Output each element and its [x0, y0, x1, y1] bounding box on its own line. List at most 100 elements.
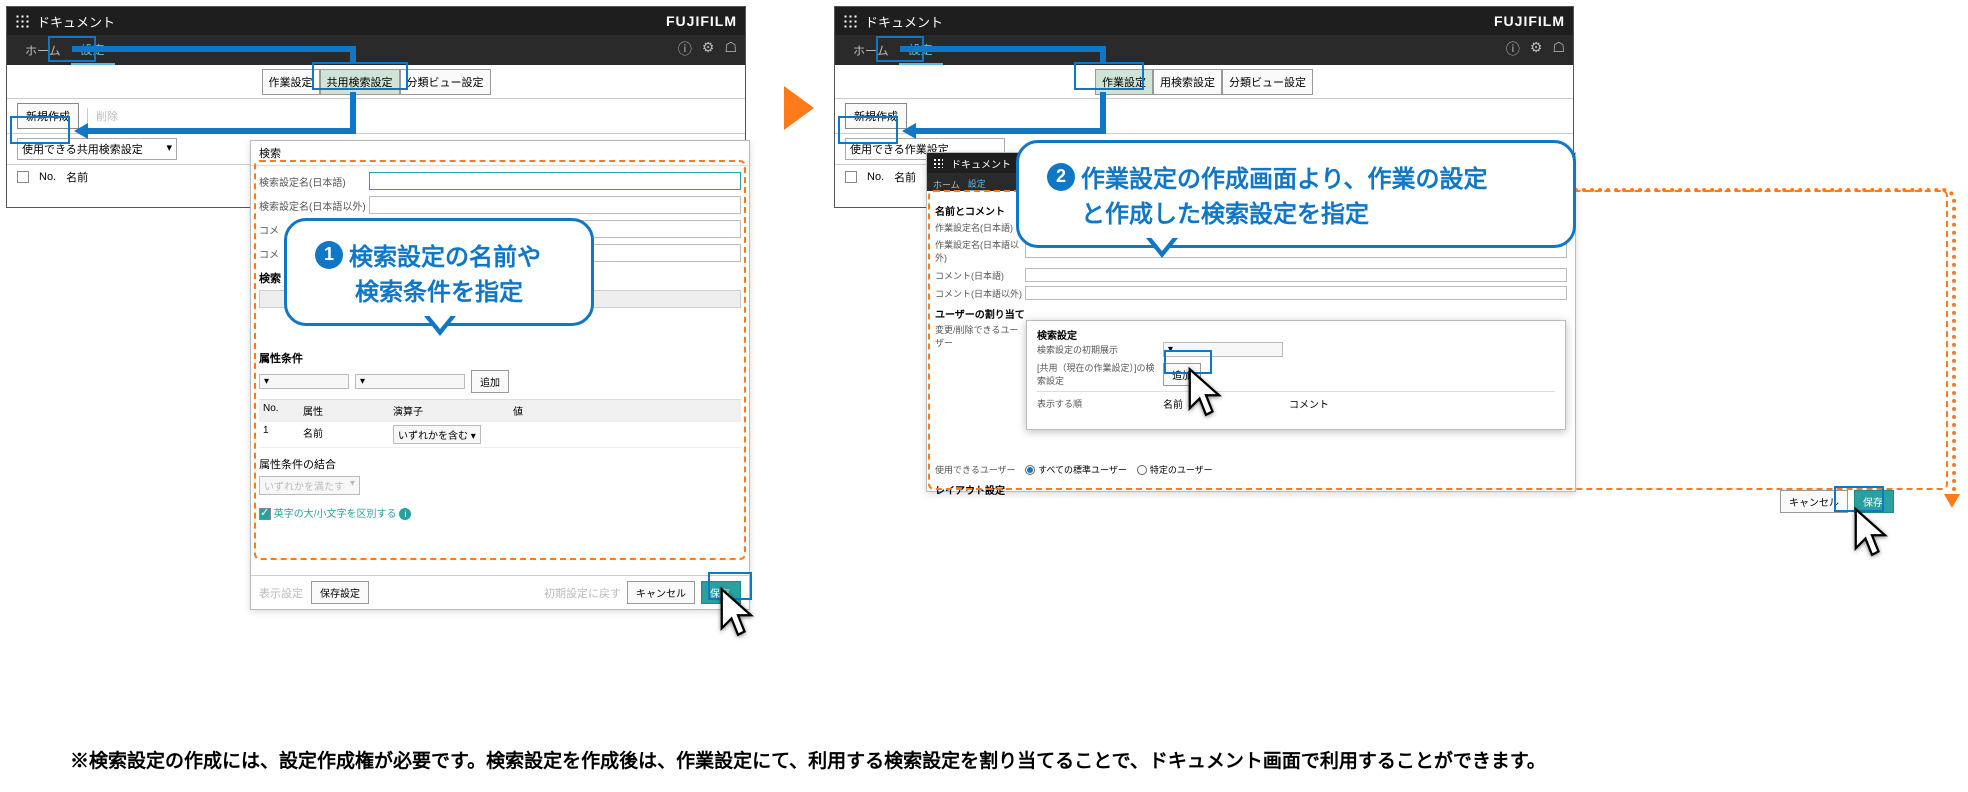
- cursor-icon: [1852, 506, 1892, 558]
- case-label: 英字の大/小文字を区別する: [274, 509, 397, 520]
- brand-logo: FUJIFILM: [666, 13, 737, 29]
- input-search-name-jp[interactable]: [369, 172, 741, 190]
- highlight-work-tab: [1074, 62, 1144, 90]
- radio-all-users[interactable]: [1025, 465, 1035, 475]
- lbl-comment-jp: コメント(日本語): [935, 269, 1025, 282]
- lbl-init-display: 検索設定の初期展示: [1037, 343, 1157, 356]
- highlight-shared-tab: [312, 62, 408, 90]
- flow-arrow: [350, 92, 356, 134]
- col-no: No.: [867, 171, 884, 183]
- lbl-work-name-jp: 作業設定名(日本語): [935, 221, 1025, 234]
- lbl-search-name-jp: 検索設定名(日本語): [259, 174, 369, 189]
- app-title: ドキュメント: [865, 12, 943, 31]
- dotted-arrow-head-icon: [1944, 494, 1960, 508]
- help-icon[interactable]: ⓘ: [678, 39, 692, 59]
- reset-btn[interactable]: 初期設定に戻す: [544, 585, 621, 601]
- apps-icon[interactable]: [933, 158, 943, 168]
- detail-header: 検索: [251, 141, 749, 166]
- help-icon[interactable]: ⓘ: [1506, 39, 1520, 59]
- chevron-down-icon: ▾: [166, 141, 172, 157]
- tab-category-view[interactable]: 分類ビュー設定: [400, 69, 491, 95]
- attr-dd-1[interactable]: ▾: [259, 374, 349, 389]
- cancel-button[interactable]: キャンセル: [627, 581, 695, 604]
- topbar: ドキュメント FUJIFILM: [7, 7, 745, 35]
- select-all-checkbox[interactable]: [845, 171, 857, 183]
- gear-icon[interactable]: ⚙: [702, 39, 715, 59]
- apps-icon[interactable]: [843, 14, 857, 28]
- info-icon[interactable]: i: [399, 508, 411, 520]
- lbl-work-name-other: 作業設定名(日本語以外): [935, 238, 1025, 264]
- flow-arrow: [916, 128, 1100, 134]
- section-layout: レイアウト設定: [935, 482, 1567, 497]
- highlight-new-button: [10, 116, 70, 144]
- popup-title: 検索設定: [1037, 327, 1555, 342]
- join-dropdown[interactable]: いずれかを満たす ▾: [259, 476, 360, 495]
- flow-arrow: [72, 46, 350, 52]
- section-attr: 属性条件: [259, 350, 741, 366]
- chevron-down-icon: ▾: [360, 376, 365, 387]
- callout-1-tail: [424, 316, 456, 336]
- val-input[interactable]: [513, 425, 623, 439]
- show-settings-btn[interactable]: 表示設定: [259, 585, 303, 601]
- section-join: 属性条件の結合: [259, 456, 741, 472]
- tab-work[interactable]: 作業設定: [262, 69, 320, 95]
- lbl-show-order: 表示する順: [1037, 397, 1157, 410]
- search-detail-panel: 検索 検索設定名(日本語) 検索設定名(日本語以外) コメ コメ 検索 属性条件…: [250, 140, 750, 610]
- th-val: 値: [513, 403, 633, 418]
- app-title: ドキュメント: [37, 12, 115, 31]
- col-name: 名前: [894, 169, 916, 185]
- next-step-arrow-icon: [784, 86, 814, 130]
- callout-1: 1検索設定の名前や 検索条件を指定: [284, 218, 594, 326]
- brand-logo: FUJIFILM: [1494, 13, 1565, 29]
- lbl-user-edit: 変更/削除できるユーザー: [935, 323, 1025, 349]
- popup-col-comment: コメント: [1289, 396, 1329, 411]
- tab-category-view[interactable]: 分類ビュー設定: [1222, 69, 1313, 95]
- select-all-checkbox[interactable]: [17, 171, 29, 183]
- input-search-name-other[interactable]: [369, 196, 741, 214]
- flow-arrow: [350, 46, 356, 64]
- save-settings-btn[interactable]: 保存設定: [311, 581, 369, 604]
- highlight-new-button: [838, 116, 898, 144]
- th-no: No.: [263, 403, 303, 418]
- dotted-arrow-path: [1576, 188, 1956, 496]
- flow-arrow: [900, 46, 1100, 52]
- attr-dd-2[interactable]: ▾: [355, 374, 465, 389]
- th-op: 演算子: [393, 403, 513, 418]
- input-comment-jp[interactable]: [1025, 268, 1567, 282]
- col-name: 名前: [66, 169, 88, 185]
- add-attr-button[interactable]: 追加: [471, 370, 509, 393]
- detail-footer: 表示設定 保存設定 初期設定に戻す キャンセル 保存: [251, 575, 749, 609]
- lbl-search-name-other: 検索設定名(日本語以外): [259, 198, 369, 213]
- table-row[interactable]: 1 名前 いずれかを含む ▾: [259, 422, 741, 448]
- chevron-down-icon: ▾: [264, 376, 269, 387]
- delete-disabled: 削除: [87, 108, 118, 124]
- col-no: No.: [39, 171, 56, 183]
- tab-shared-search[interactable]: 用検索設定: [1153, 69, 1222, 95]
- cursor-icon: [1186, 366, 1226, 418]
- lbl-user-use: 使用できるユーザー: [935, 463, 1025, 476]
- attr-table: No. 属性 演算子 値 1 名前 いずれかを含む ▾: [259, 399, 741, 448]
- mini-title: ドキュメント: [951, 156, 1011, 171]
- callout-2-tail: [1146, 238, 1178, 258]
- mini-settings[interactable]: 設定: [968, 177, 986, 191]
- gear-icon[interactable]: ⚙: [1530, 39, 1543, 59]
- op-dropdown[interactable]: いずれかを含む ▾: [393, 425, 481, 444]
- lbl-comment-other: コメント(日本語以外): [935, 287, 1025, 300]
- cursor-icon: [718, 586, 758, 638]
- lbl-shared-search: [共用（現在の作業設定）]の検索設定: [1037, 361, 1157, 387]
- topbar: ドキュメント FUJIFILM: [835, 7, 1573, 35]
- apps-icon[interactable]: [15, 14, 29, 28]
- user-icon[interactable]: ☖: [724, 39, 737, 59]
- flow-arrow: [1100, 46, 1106, 64]
- user-icon[interactable]: ☖: [1552, 39, 1565, 59]
- arrow-head-icon: [902, 123, 916, 139]
- search-settings-popup: 検索設定 検索設定の初期展示 ▾ [共用（現在の作業設定）]の検索設定 追加 表…: [1026, 320, 1566, 430]
- settings-tabs: 作業設定 用検索設定 分類ビュー設定: [835, 65, 1573, 99]
- case-checkbox[interactable]: [259, 508, 271, 520]
- flow-arrow: [1100, 92, 1106, 134]
- flow-arrow: [88, 128, 350, 134]
- arrow-head-icon: [74, 123, 88, 139]
- mini-home[interactable]: ホーム: [933, 178, 960, 191]
- radio-specific-users[interactable]: [1137, 465, 1147, 475]
- input-comment-other[interactable]: [1025, 286, 1567, 300]
